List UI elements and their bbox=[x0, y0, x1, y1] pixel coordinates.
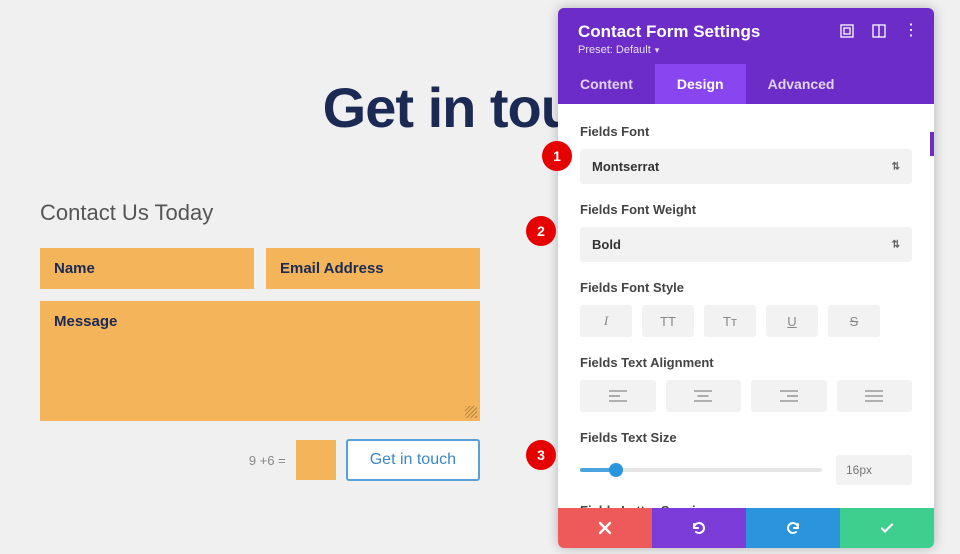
name-field[interactable]: Name bbox=[40, 248, 254, 289]
captcha-question: 9 +6 = bbox=[249, 453, 286, 468]
align-left-button[interactable] bbox=[580, 380, 656, 412]
contact-form: Contact Us Today Name Email Address Mess… bbox=[40, 200, 480, 481]
uppercase-button[interactable]: TT bbox=[642, 305, 694, 337]
kebab-menu-icon[interactable]: ⋮ bbox=[904, 24, 918, 38]
fields-spacing-label: Fields Letter Spacing bbox=[580, 503, 912, 508]
italic-button[interactable]: I bbox=[580, 305, 632, 337]
align-center-button[interactable] bbox=[666, 380, 742, 412]
text-size-slider-row: 16px bbox=[580, 455, 912, 485]
panel-tabs: Content Design Advanced bbox=[558, 64, 934, 104]
text-size-slider[interactable] bbox=[580, 468, 822, 472]
font-style-buttons: I TT Tᴛ U S bbox=[580, 305, 912, 337]
redo-button[interactable] bbox=[746, 508, 840, 548]
submit-button[interactable]: Get in touch bbox=[346, 439, 480, 481]
message-field[interactable]: Message bbox=[40, 301, 480, 421]
scrollbar-thumb[interactable] bbox=[930, 132, 934, 156]
form-footer: 9 +6 = Get in touch bbox=[40, 439, 480, 481]
badge-3: 3 bbox=[526, 440, 556, 470]
fields-font-select[interactable]: Montserrat ⇅ bbox=[580, 149, 912, 184]
expand-icon[interactable] bbox=[840, 24, 854, 38]
text-align-buttons bbox=[580, 380, 912, 412]
resize-handle-icon[interactable] bbox=[465, 406, 477, 418]
fields-font-value: Montserrat bbox=[592, 159, 659, 174]
contact-heading: Contact Us Today bbox=[40, 200, 480, 226]
panel-header-icons: ⋮ bbox=[840, 24, 918, 38]
badge-1: 1 bbox=[542, 141, 572, 171]
fields-align-label: Fields Text Alignment bbox=[580, 355, 912, 370]
tab-design[interactable]: Design bbox=[655, 64, 746, 104]
sort-icon: ⇅ bbox=[892, 161, 900, 172]
text-size-value[interactable]: 16px bbox=[836, 455, 912, 485]
strikethrough-button[interactable]: S bbox=[828, 305, 880, 337]
email-field[interactable]: Email Address bbox=[266, 248, 480, 289]
tab-advanced[interactable]: Advanced bbox=[746, 64, 857, 104]
fields-weight-label: Fields Font Weight bbox=[580, 202, 912, 217]
fields-weight-value: Bold bbox=[592, 237, 621, 252]
sort-icon: ⇅ bbox=[892, 239, 900, 250]
align-right-button[interactable] bbox=[751, 380, 827, 412]
chevron-down-icon: ▾ bbox=[655, 45, 660, 56]
tab-content[interactable]: Content bbox=[558, 64, 655, 104]
captcha-input[interactable] bbox=[296, 440, 336, 480]
panel-footer bbox=[558, 508, 934, 548]
panel-body: Fields Font Montserrat ⇅ Fields Font Wei… bbox=[558, 104, 934, 508]
fields-style-label: Fields Font Style bbox=[580, 280, 912, 295]
panel-preset-label: Preset: Default bbox=[578, 44, 651, 56]
badge-2: 2 bbox=[526, 216, 556, 246]
fields-size-label: Fields Text Size bbox=[580, 430, 912, 445]
message-field-wrap: Message bbox=[40, 301, 480, 421]
smallcaps-button[interactable]: Tᴛ bbox=[704, 305, 756, 337]
underline-button[interactable]: U bbox=[766, 305, 818, 337]
save-button[interactable] bbox=[840, 508, 934, 548]
panel-preset[interactable]: Preset: Default ▾ bbox=[578, 44, 914, 56]
panel-header: Contact Form Settings Preset: Default▾ ⋮ bbox=[558, 8, 934, 64]
columns-icon[interactable] bbox=[872, 24, 886, 38]
align-justify-button[interactable] bbox=[837, 380, 913, 412]
slider-thumb[interactable] bbox=[609, 463, 623, 477]
cancel-button[interactable] bbox=[558, 508, 652, 548]
fields-weight-select[interactable]: Bold ⇅ bbox=[580, 227, 912, 262]
form-row-top: Name Email Address bbox=[40, 248, 480, 289]
undo-button[interactable] bbox=[652, 508, 746, 548]
settings-panel: Contact Form Settings Preset: Default▾ ⋮… bbox=[558, 8, 934, 548]
fields-font-label: Fields Font bbox=[580, 124, 912, 139]
